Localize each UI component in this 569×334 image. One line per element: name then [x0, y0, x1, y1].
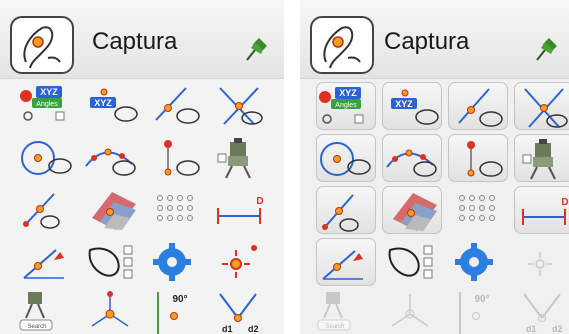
vertical-pin-icon[interactable]	[146, 136, 206, 180]
distance-d-icon[interactable]: D	[514, 186, 569, 234]
line-point-icon[interactable]	[146, 84, 206, 128]
search-label: Search	[27, 324, 46, 330]
search-label: Search	[325, 324, 344, 330]
d2-label: d2	[552, 324, 563, 334]
xyz-point-icon[interactable]: XYZ	[382, 82, 442, 130]
angles-label: Angles	[335, 102, 357, 109]
slope-point-icon[interactable]	[18, 240, 78, 284]
slope-point-icon[interactable]	[316, 238, 376, 286]
xyz-label-2: XYZ	[94, 98, 112, 108]
gear-settings-icon[interactable]	[448, 238, 508, 286]
pin-icon[interactable]	[245, 34, 269, 67]
line-point-icon[interactable]	[448, 82, 508, 130]
line-end-icon[interactable]	[316, 186, 376, 234]
xyz-label: XYZ	[40, 87, 58, 97]
d-label: D	[256, 196, 263, 207]
panel-title: Captura	[92, 28, 178, 55]
station-search-icon[interactable]: Search	[18, 290, 78, 334]
panel-header: Captura	[300, 0, 569, 79]
distance-d1-d2-icon[interactable]: d1 d2	[210, 290, 270, 334]
xyz-angles-icon[interactable]: XYZ Angles	[18, 84, 78, 128]
xyz-angles-icon[interactable]: XYZ Angles	[316, 82, 376, 130]
intersection-icon[interactable]	[514, 82, 569, 130]
angle-label: 90°	[474, 294, 489, 305]
network-points-icon[interactable]	[382, 290, 442, 334]
angles-label: Angles	[36, 101, 58, 108]
d2-label: d2	[248, 324, 259, 334]
snap-point-icon[interactable]	[210, 240, 270, 284]
network-points-icon[interactable]	[82, 290, 142, 334]
capture-logo-icon	[10, 16, 74, 74]
arc-points-icon[interactable]	[382, 134, 442, 182]
panel-header: Captura	[0, 0, 284, 79]
vertical-pin-icon[interactable]	[448, 134, 508, 182]
total-station-icon[interactable]	[210, 136, 270, 180]
xyz-label-2: XYZ	[395, 99, 413, 109]
grid-map-icon[interactable]	[382, 186, 442, 234]
grid-map-icon[interactable]	[82, 188, 142, 232]
xyz-point-icon[interactable]: XYZ	[82, 84, 142, 128]
arc-points-icon[interactable]	[82, 136, 142, 180]
angle-90-icon[interactable]: 90°	[146, 290, 206, 334]
panel-title: Captura	[384, 28, 470, 55]
d-label: D	[561, 197, 568, 208]
circle-center-icon[interactable]	[18, 136, 78, 180]
angle-label: 90°	[172, 294, 187, 305]
distance-d1-d2-icon[interactable]: d1 d2	[514, 290, 569, 334]
d1-label: d1	[222, 324, 233, 334]
capture-panel-right: Captura XYZ Angles XYZ D Search 90° d1 d…	[300, 0, 569, 334]
point-grid-icon[interactable]	[448, 186, 508, 234]
pin-icon[interactable]	[535, 34, 559, 67]
station-search-icon[interactable]: Search	[316, 290, 376, 334]
line-end-icon[interactable]	[18, 188, 78, 232]
gear-settings-icon[interactable]	[146, 240, 206, 284]
capture-logo-icon	[310, 16, 374, 74]
snap-point-icon[interactable]	[514, 238, 569, 286]
distance-d-icon[interactable]: D	[210, 188, 270, 232]
capture-panel-left: Captura XYZ Angles XYZ D Search 90° d1 d…	[0, 0, 284, 334]
lasso-list-icon[interactable]	[82, 240, 142, 284]
point-grid-icon[interactable]	[146, 188, 206, 232]
angle-90-icon[interactable]: 90°	[448, 290, 508, 334]
intersection-icon[interactable]	[210, 84, 270, 128]
xyz-label: XYZ	[339, 88, 357, 98]
d1-label: d1	[526, 324, 537, 334]
circle-center-icon[interactable]	[316, 134, 376, 182]
lasso-list-icon[interactable]	[382, 238, 442, 286]
total-station-icon[interactable]	[514, 134, 569, 182]
